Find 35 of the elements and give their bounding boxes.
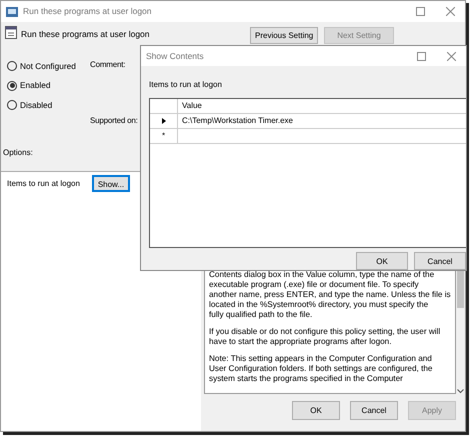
cancel-button[interactable]: Cancel bbox=[414, 252, 466, 270]
ok-button[interactable]: OK bbox=[292, 401, 340, 420]
window-title: Run these programs at user logon bbox=[23, 5, 152, 18]
radio-button[interactable] bbox=[7, 61, 17, 72]
supported-on-label: Supported on: bbox=[90, 115, 138, 127]
dialog-title: Show Contents bbox=[146, 50, 204, 62]
radio-button[interactable] bbox=[7, 100, 17, 110]
prompt-label: Items to run at logon bbox=[148, 79, 223, 91]
maximize-icon bbox=[416, 52, 426, 60]
previous-setting-button[interactable]: Previous Setting bbox=[250, 27, 318, 44]
scroll-down-icon bbox=[457, 389, 464, 394]
maximize-icon bbox=[416, 7, 424, 16]
column-header: Value bbox=[181, 100, 203, 112]
close-icon bbox=[446, 52, 456, 60]
options-label: Options: bbox=[2, 147, 34, 159]
new-row-marker: * bbox=[162, 130, 166, 142]
current-row-icon bbox=[162, 118, 166, 124]
scroll-thumb[interactable] bbox=[457, 268, 464, 308]
radio-label: Enabled bbox=[20, 79, 50, 92]
help-paragraph: Contents dialog box in the Value column, type the name of the executable program (.exe) file or document file. To specify another name, press ENTER, and type the name. Unless the file is located in the %Systemroot% directory, you must specify the fully qualified path to the file. bbox=[209, 270, 451, 320]
app-icon bbox=[6, 6, 18, 17]
table-cell-text: C:\Temp\Workstation Timer.exe bbox=[181, 115, 294, 127]
radio-button[interactable] bbox=[7, 80, 17, 91]
radio-label: Disabled bbox=[20, 98, 52, 112]
show-button[interactable]: Show... bbox=[92, 175, 130, 192]
setting-title: Run these programs at user logon bbox=[21, 28, 150, 41]
close-icon bbox=[446, 7, 454, 16]
help-paragraph: Note: This setting appears in the Computer Configuration and User Configuration folders. If both settings are configured, the system starts the programs specified in the Computer bbox=[209, 354, 434, 384]
cancel-button[interactable]: Cancel bbox=[350, 401, 398, 420]
policy-icon bbox=[5, 26, 17, 39]
radio-label: Not Configured bbox=[20, 60, 76, 72]
option-label: Items to run at logon bbox=[7, 178, 80, 190]
ok-button[interactable]: OK bbox=[356, 252, 408, 270]
comment-label: Comment: bbox=[90, 59, 126, 71]
help-paragraph: If you disable or do not configure this policy setting, the user will have to start the appropriate programs after logon. bbox=[209, 327, 442, 347]
